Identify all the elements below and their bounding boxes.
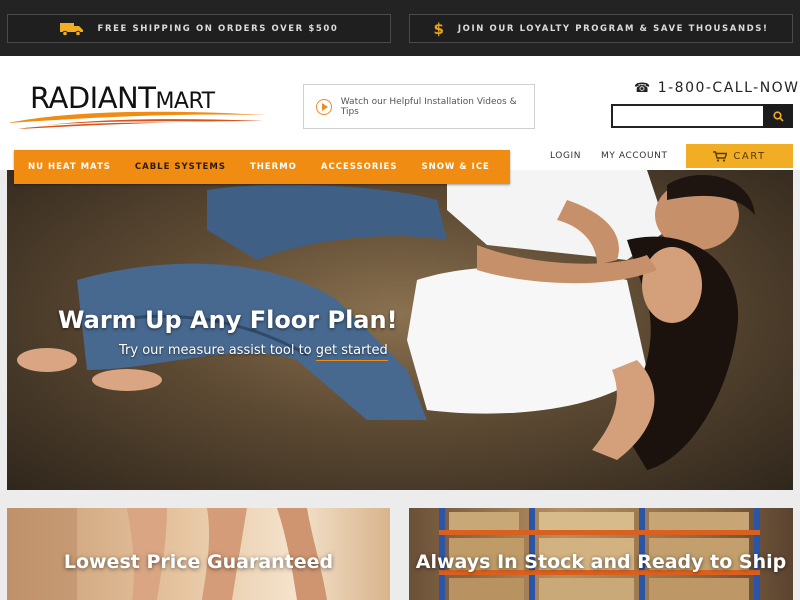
search-icon <box>772 110 784 122</box>
phone-text: 1-800-CALL-NOW <box>657 80 800 96</box>
hero-subtitle: Try our measure assist tool to get start… <box>119 343 388 361</box>
get-started-link[interactable]: get started <box>315 343 388 361</box>
nav-item-thermo[interactable]: THERMO <box>250 162 297 172</box>
hero-title: Warm Up Any Floor Plan! <box>58 306 398 334</box>
radiantmart-logo[interactable]: RADIANTMART <box>8 81 268 141</box>
nav-item-snow-ice[interactable]: SNOW & ICE <box>421 162 489 172</box>
play-icon <box>316 98 332 115</box>
video-link-text: Watch our Helpful Installation Videos & … <box>340 96 517 117</box>
tile-title-lowest-price: Lowest Price Guaranteed <box>63 551 334 573</box>
phone-number[interactable]: ☎ 1-800-CALL-NOW <box>634 80 800 96</box>
login-link[interactable]: LOGIN <box>550 151 581 161</box>
truck-icon <box>59 22 83 36</box>
cart-icon <box>713 150 728 162</box>
nav-item-accessories[interactable]: ACCESSORIES <box>321 162 398 172</box>
lowest-price-tile[interactable]: Lowest Price Guaranteed <box>7 508 390 600</box>
tile-title-in-stock: Always In Stock and Ready to Ship <box>415 551 787 573</box>
search-input[interactable] <box>611 104 763 128</box>
cart-button[interactable]: CART <box>686 144 793 168</box>
installation-videos-link[interactable]: Watch our Helpful Installation Videos & … <box>303 84 535 129</box>
loyalty-text: JOIN OUR LOYALTY PROGRAM & SAVE THOUSAND… <box>457 23 769 34</box>
loyalty-banner[interactable]: $ JOIN OUR LOYALTY PROGRAM & SAVE THOUSA… <box>409 14 793 43</box>
in-stock-tile[interactable]: Always In Stock and Ready to Ship <box>409 508 793 600</box>
promo-bar: FREE SHIPPING ON ORDERS OVER $500 $ JOIN… <box>0 0 800 56</box>
phone-icon: ☎ <box>634 80 652 96</box>
free-shipping-text: FREE SHIPPING ON ORDERS OVER $500 <box>97 23 339 34</box>
my-account-link[interactable]: MY ACCOUNT <box>601 151 668 161</box>
main-nav: NU HEAT MATS CABLE SYSTEMS THERMO ACCESS… <box>14 150 538 184</box>
nav-item-pipe[interactable]: PIPE <box>514 162 539 172</box>
hero-subtitle-text: Try our measure assist tool to <box>119 343 316 358</box>
search-button[interactable] <box>763 104 793 128</box>
free-shipping-banner[interactable]: FREE SHIPPING ON ORDERS OVER $500 <box>7 14 391 43</box>
search-bar <box>611 104 793 128</box>
cart-label: CART <box>733 150 766 162</box>
dollar-icon: $ <box>433 19 444 38</box>
nav-item-cable-systems[interactable]: CABLE SYSTEMS <box>135 162 226 172</box>
nav-item-nu-heat-mats[interactable]: NU HEAT MATS <box>28 162 111 172</box>
logo-swoosh-icon <box>8 111 266 129</box>
hero-banner[interactable]: Warm Up Any Floor Plan! Try our measure … <box>7 170 793 490</box>
